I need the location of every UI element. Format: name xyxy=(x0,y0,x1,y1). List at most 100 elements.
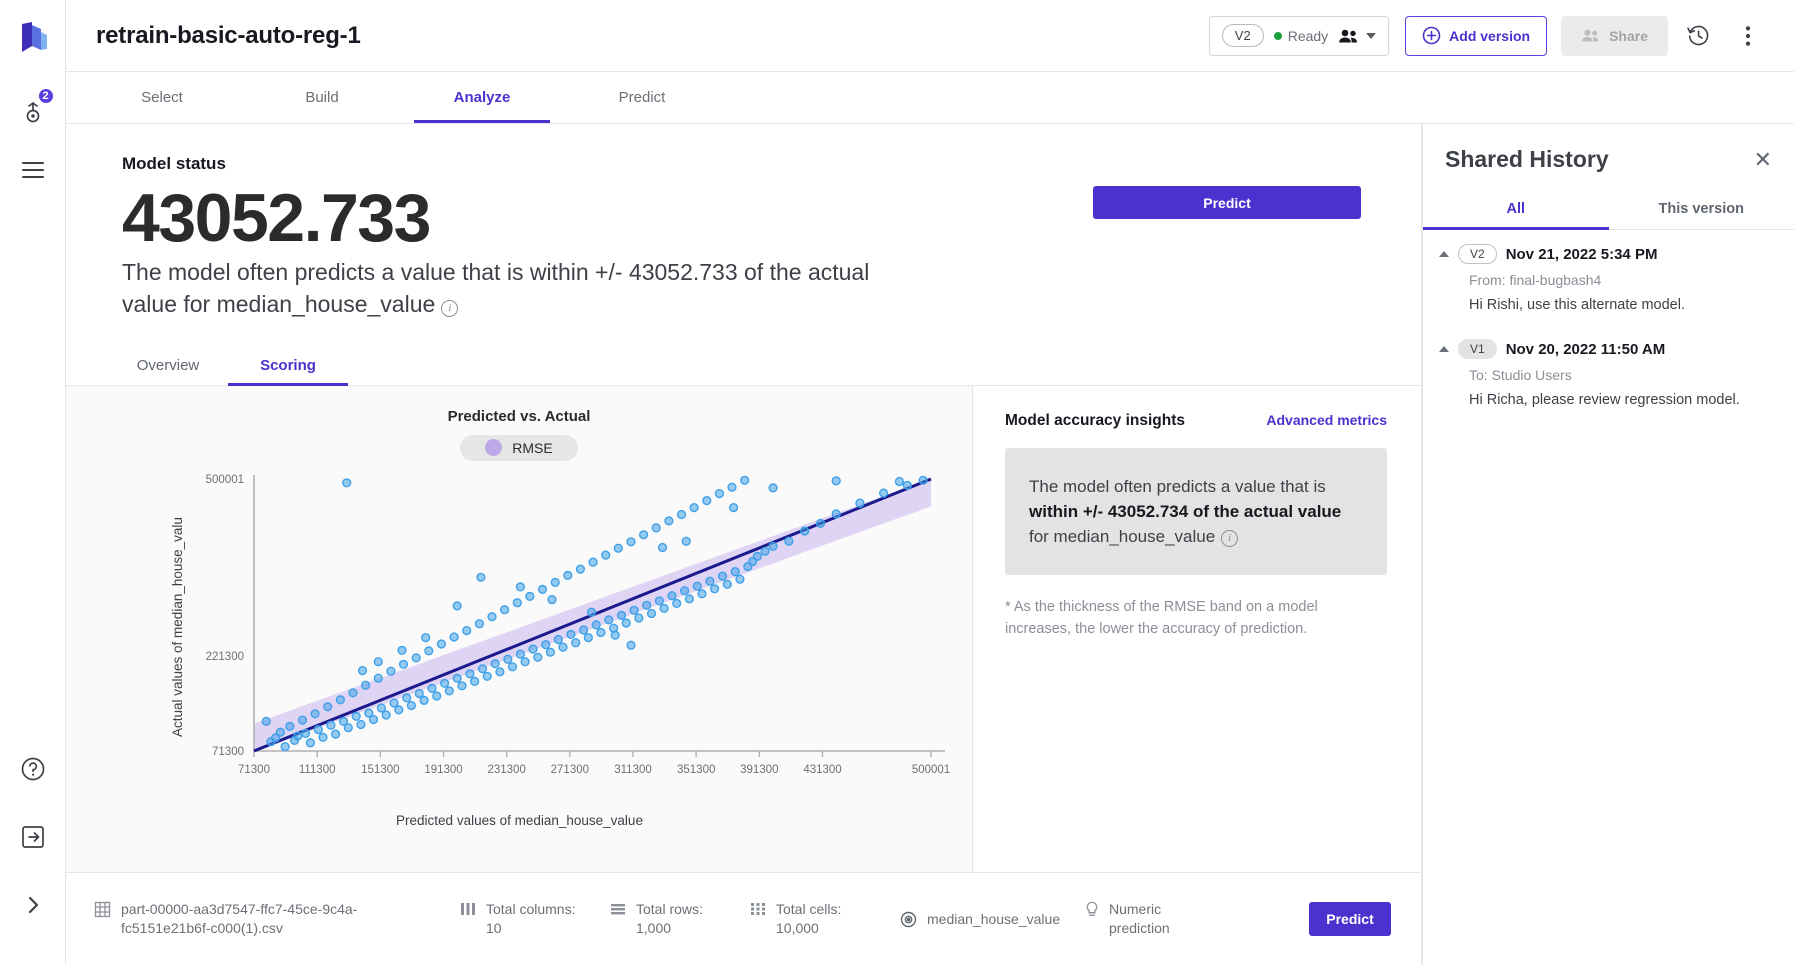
svg-text:271300: 271300 xyxy=(551,764,589,776)
insights-note: * As the thickness of the RMSE band on a… xyxy=(1005,599,1318,638)
rmse-legend-swatch xyxy=(485,439,503,457)
columns-icon xyxy=(461,903,475,916)
share-people-icon xyxy=(1582,29,1599,42)
expand-chevron-icon[interactable] xyxy=(11,883,55,927)
more-vertical-icon[interactable] xyxy=(1728,16,1768,56)
history-tab-all-label: All xyxy=(1506,201,1526,217)
history-tab-all[interactable]: All xyxy=(1423,189,1609,230)
total-cells-label: Total cells: xyxy=(776,901,842,918)
analyze-content: Model status 43052.733 The model often p… xyxy=(66,124,1422,965)
predict-button-bottom[interactable]: Predict xyxy=(1309,902,1391,936)
target-column: median_house_value xyxy=(900,910,1085,929)
svg-text:221300: 221300 xyxy=(206,651,244,663)
advanced-metrics-link[interactable]: Advanced metrics xyxy=(1266,412,1387,428)
chart-x-axis-label: Predicted values of median_house_value xyxy=(396,812,643,828)
top-bar: retrain-basic-auto-reg-1 V2 Ready Add ve… xyxy=(66,0,1794,72)
insights-title: Model accuracy insights xyxy=(1005,411,1186,429)
tab-build[interactable]: Build xyxy=(242,72,402,123)
subtab-overview[interactable]: Overview xyxy=(108,347,228,385)
add-version-label: Add version xyxy=(1449,27,1531,44)
status-badge: Ready xyxy=(1273,27,1329,44)
svg-text:231300: 231300 xyxy=(487,764,525,776)
add-version-button[interactable]: Add version xyxy=(1405,15,1548,56)
svg-text:500001: 500001 xyxy=(912,764,950,776)
studio-logo-icon[interactable] xyxy=(13,16,53,60)
model-accuracy-insights: Model accuracy insights Advanced metrics… xyxy=(973,385,1421,872)
version-pill[interactable]: V2 xyxy=(1221,24,1264,47)
cells-icon xyxy=(751,903,765,916)
predicted-vs-actual-chart: Predicted vs. Actual RMSE Actual values … xyxy=(66,385,973,872)
chevron-down-icon xyxy=(1366,32,1377,39)
predict-button-top[interactable]: Predict xyxy=(1093,186,1361,219)
dataset-status-bar: part-00000-aa3d7547-ffc7-45ce-9c4a-fc515… xyxy=(66,872,1421,965)
tab-predict-label: Predict xyxy=(618,89,666,106)
history-entry-meta: From: final-bugbash4 xyxy=(1469,272,1602,288)
history-entry-message: Hi Rishi, use this alternate model. xyxy=(1469,297,1685,313)
tab-analyze[interactable]: Analyze xyxy=(402,72,562,123)
insights-text-post: for median_house_value xyxy=(1029,527,1216,547)
collaborators-dropdown[interactable] xyxy=(1338,28,1377,44)
insights-text-pre: The model often predicts a value that is xyxy=(1029,476,1326,496)
target-icon xyxy=(900,911,917,927)
logout-icon[interactable] xyxy=(11,815,55,859)
shared-history-header: Shared History ✕ xyxy=(1423,124,1794,173)
subtab-scoring[interactable]: Scoring xyxy=(228,347,348,386)
subtab-scoring-label: Scoring xyxy=(260,357,316,375)
tab-build-label: Build xyxy=(305,89,339,106)
rail-bottom-group xyxy=(0,747,66,965)
model-status-label: Model status xyxy=(122,154,226,173)
scoring-panels: Predicted vs. Actual RMSE Actual values … xyxy=(66,385,1421,872)
target-column-value: median_house_value xyxy=(927,910,1061,927)
history-version-pill: V1 xyxy=(1458,339,1497,359)
analyze-subtabs: Overview Scoring xyxy=(66,347,1421,386)
history-clock-icon[interactable] xyxy=(1678,16,1718,56)
chevron-up-icon[interactable] xyxy=(1439,251,1449,257)
history-entry-header: V1 Nov 20, 2022 11:50 AM xyxy=(1439,339,1774,359)
total-cells-value: 10,000 xyxy=(776,920,819,936)
plot-area: Actual values of median_house_valu 71300… xyxy=(66,461,973,881)
status-text: Ready xyxy=(1287,27,1329,44)
chevron-up-icon[interactable] xyxy=(1439,346,1449,352)
svg-text:111300: 111300 xyxy=(299,764,336,776)
rows-icon xyxy=(611,904,625,915)
model-status-description: The model often predicts a value that is… xyxy=(122,257,922,320)
history-entry-header: V2 Nov 21, 2022 5:34 PM xyxy=(1439,244,1774,264)
svg-text:71300: 71300 xyxy=(212,746,244,758)
history-tab-this-version-label: This version xyxy=(1658,201,1744,217)
shared-history-list[interactable]: V2 Nov 21, 2022 5:34 PM From: final-bugb… xyxy=(1423,230,1794,434)
help-circle-icon[interactable] xyxy=(11,747,55,791)
insights-box: The model often predicts a value that is… xyxy=(1005,447,1387,576)
total-cells: Total cells: 10,000 xyxy=(750,900,900,938)
people-icon xyxy=(1339,29,1358,42)
page-title: retrain-basic-auto-reg-1 xyxy=(96,21,361,49)
prediction-type-value: Numeric prediction xyxy=(1109,901,1170,936)
history-entry-date: Nov 21, 2022 5:34 PM xyxy=(1505,245,1658,263)
rmse-legend-label: RMSE xyxy=(512,439,553,456)
model-status-description-text: The model often predicts a value that is… xyxy=(122,259,870,318)
total-rows-label: Total rows: xyxy=(636,901,703,918)
history-version-pill: V2 xyxy=(1458,244,1497,264)
shared-history-title: Shared History xyxy=(1445,146,1609,172)
version-status-group[interactable]: V2 Ready xyxy=(1208,15,1390,56)
dataset-file-name: part-00000-aa3d7547-ffc7-45ce-9c4a-fc515… xyxy=(121,901,358,936)
insights-text-bold: within +/- 43052.734 of the actual value xyxy=(1029,502,1342,522)
close-icon[interactable]: ✕ xyxy=(1754,148,1772,171)
main-column: retrain-basic-auto-reg-1 V2 Ready Add ve… xyxy=(66,0,1794,965)
chart-legend-rmse[interactable]: RMSE xyxy=(460,434,578,461)
model-status-block: Model status 43052.733 The model often p… xyxy=(66,124,1421,321)
info-icon[interactable]: i xyxy=(441,300,459,318)
tab-select[interactable]: Select xyxy=(82,72,242,123)
sidebar-item-list[interactable] xyxy=(11,148,55,192)
history-tab-this-version[interactable]: This version xyxy=(1609,189,1794,229)
total-columns-label: Total columns: xyxy=(486,901,576,918)
share-label: Share xyxy=(1609,27,1648,44)
dataset-file: part-00000-aa3d7547-ffc7-45ce-9c4a-fc515… xyxy=(94,900,424,938)
svg-text:431300: 431300 xyxy=(803,764,841,776)
history-entry-date: Nov 20, 2022 11:50 AM xyxy=(1505,340,1666,358)
sidebar-item-models[interactable]: 2 xyxy=(11,87,55,134)
tab-predict[interactable]: Predict xyxy=(562,72,722,123)
total-rows-value: 1,000 xyxy=(636,920,672,936)
body-split: Model status 43052.733 The model often p… xyxy=(66,124,1794,965)
total-rows: Total rows: 1,000 xyxy=(610,900,750,938)
info-icon[interactable]: i xyxy=(1221,530,1239,548)
